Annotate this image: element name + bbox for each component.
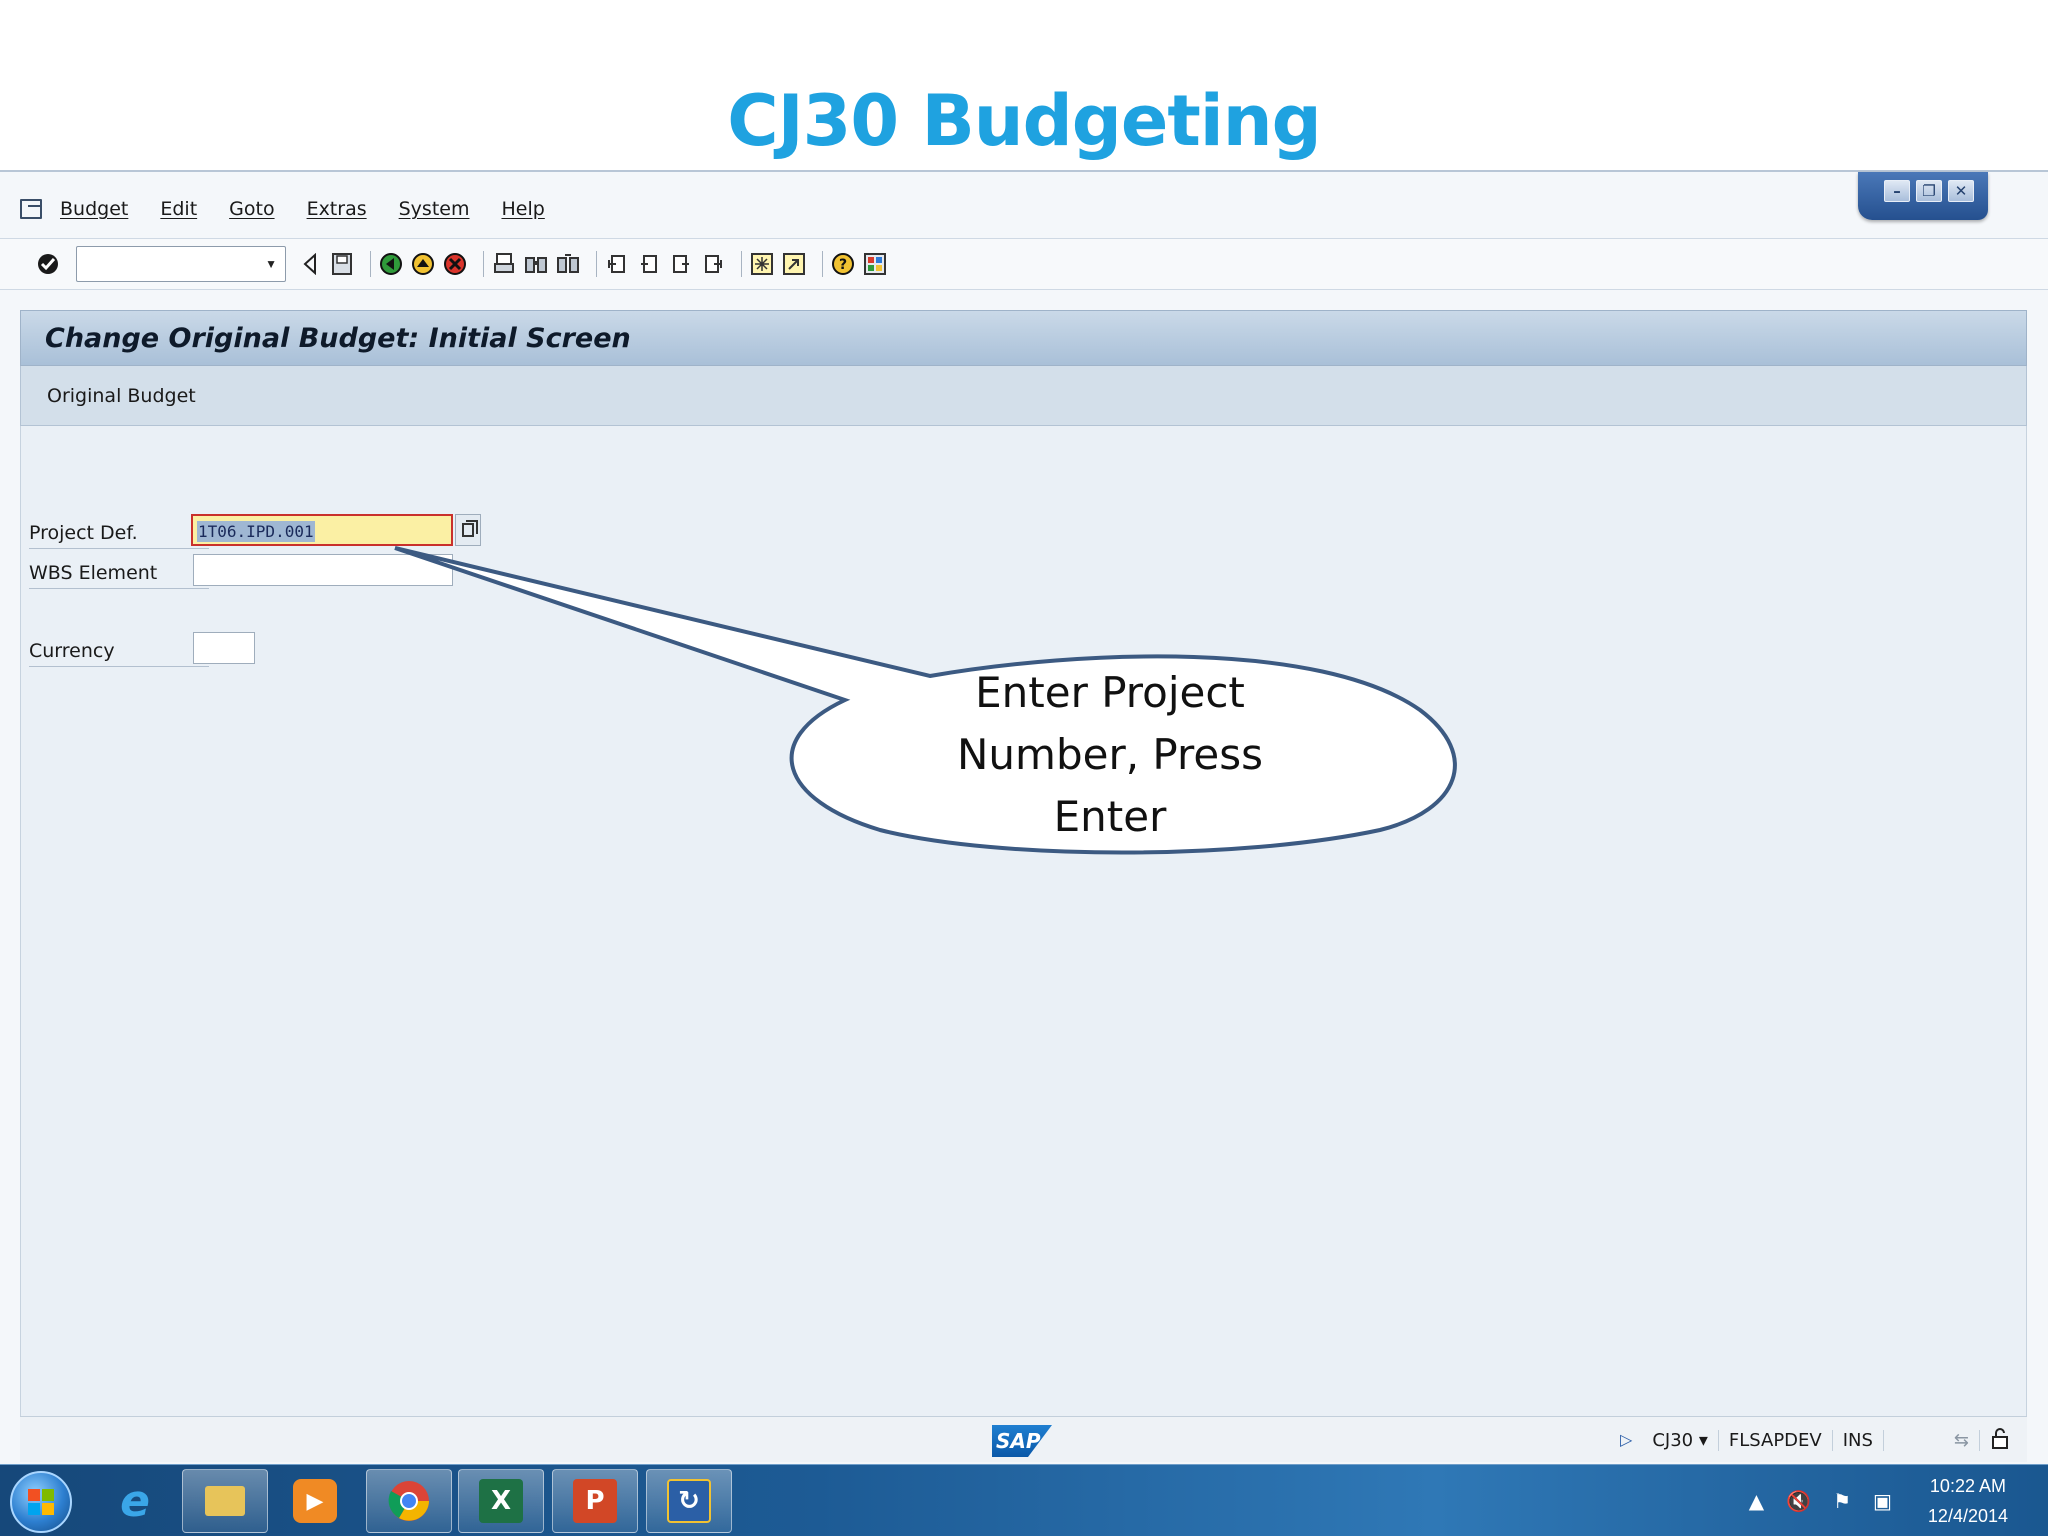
- save-icon[interactable]: [330, 251, 354, 277]
- menu-budget[interactable]: Budget: [60, 198, 128, 220]
- excel-button[interactable]: X: [458, 1469, 544, 1533]
- last-page-icon[interactable]: [701, 251, 725, 277]
- system-tray: ▲ 🔇 ⚑ ▣ 10:22 AM 12/4/2014: [1727, 1471, 2008, 1531]
- minimize-button[interactable]: –: [1884, 180, 1910, 202]
- project-def-input[interactable]: 1T06.IPD.001: [191, 514, 453, 546]
- menu-extras[interactable]: Extras: [307, 198, 367, 220]
- value-help-icon: [462, 520, 478, 537]
- value-help-button[interactable]: [455, 514, 481, 546]
- command-field[interactable]: ▼: [76, 246, 286, 282]
- clock-date: 12/4/2014: [1927, 1506, 2008, 1526]
- restore-button[interactable]: ❐: [1916, 180, 1942, 202]
- svg-text:?: ?: [839, 257, 847, 273]
- print-icon[interactable]: [492, 251, 516, 277]
- folder-icon: [205, 1486, 245, 1516]
- transaction-code[interactable]: CJ30 ▾: [1642, 1429, 1719, 1451]
- callout-line-3: Enter: [1053, 792, 1167, 841]
- screen-content: Project Def. 1T06.IPD.001 WBS Element Cu…: [20, 426, 2027, 1416]
- clock[interactable]: 10:22 AM 12/4/2014: [1928, 1471, 2008, 1531]
- find-icon[interactable]: [524, 251, 548, 277]
- back-icon[interactable]: [298, 251, 322, 277]
- toolbar-separator: [822, 251, 823, 277]
- powerpoint-icon: P: [573, 1479, 617, 1523]
- start-button[interactable]: [10, 1471, 72, 1533]
- screen-title: Change Original Budget: Initial Screen: [45, 322, 631, 354]
- find-next-icon[interactable]: [556, 251, 580, 277]
- window-controls: – ❐ ✕: [1858, 172, 1988, 220]
- enter-icon[interactable]: [36, 251, 60, 277]
- speaker-muted-icon[interactable]: 🔇: [1786, 1489, 1811, 1513]
- chrome-icon: [387, 1479, 431, 1523]
- callout-line-2: Number, Press: [957, 730, 1263, 779]
- windows-logo-icon: [28, 1489, 54, 1515]
- wbs-element-label: WBS Element: [29, 562, 209, 589]
- wbs-element-input[interactable]: [193, 554, 453, 586]
- slide-title: CJ30 Budgeting: [727, 80, 1321, 162]
- project-def-label: Project Def.: [29, 522, 209, 549]
- cancel-icon[interactable]: [443, 251, 467, 277]
- media-player-icon: ▶: [293, 1479, 337, 1523]
- next-page-icon[interactable]: [669, 251, 693, 277]
- system-info: ▷ CJ30 ▾ FLSAPDEV INS ⇆: [1620, 1427, 2020, 1453]
- standard-toolbar: ▼ ?: [0, 238, 2048, 290]
- menu-goto[interactable]: Goto: [229, 198, 274, 220]
- network-icon[interactable]: ▣: [1873, 1489, 1892, 1513]
- exit-icon[interactable]: [411, 251, 435, 277]
- close-button[interactable]: ✕: [1948, 180, 1974, 202]
- sap-logon-button[interactable]: ↻: [646, 1469, 732, 1533]
- show-hidden-icons[interactable]: ▲: [1749, 1489, 1764, 1513]
- transaction-code-text: CJ30: [1652, 1429, 1694, 1451]
- menu-help[interactable]: Help: [501, 198, 544, 220]
- internet-explorer-icon: e: [120, 1475, 150, 1527]
- menu-bar: Budget Edit Goto Extras System Help: [0, 186, 1860, 232]
- toolbar-separator: [370, 251, 371, 277]
- insert-mode: INS: [1833, 1429, 1884, 1451]
- previous-page-icon[interactable]: [637, 251, 661, 277]
- customize-layout-icon[interactable]: [863, 251, 887, 277]
- currency-label: Currency: [29, 640, 209, 667]
- powerpoint-button[interactable]: P: [552, 1469, 638, 1533]
- menu-system[interactable]: System: [399, 198, 470, 220]
- sap-logon-icon: ↻: [667, 1479, 711, 1523]
- action-center-icon[interactable]: ⚑: [1833, 1489, 1851, 1513]
- callout-text: Enter Project Number, Press Enter: [880, 662, 1340, 848]
- chrome-button[interactable]: [366, 1469, 452, 1533]
- lock-icon[interactable]: [1980, 1427, 2020, 1454]
- file-explorer-button[interactable]: [182, 1469, 268, 1533]
- chevron-down-icon[interactable]: ▼: [265, 257, 277, 271]
- screen-title-bar: Change Original Budget: Initial Screen: [20, 310, 2027, 366]
- create-session-icon[interactable]: [750, 251, 774, 277]
- project-def-value: 1T06.IPD.001: [197, 521, 315, 542]
- currency-input[interactable]: [193, 632, 255, 664]
- system-menu-icon[interactable]: [20, 199, 42, 219]
- shortcut-icon[interactable]: [782, 251, 806, 277]
- connection-icon: ⇆: [1944, 1429, 1981, 1451]
- first-page-icon[interactable]: [605, 251, 629, 277]
- toolbar-separator: [741, 251, 742, 277]
- excel-icon: X: [479, 1479, 523, 1523]
- original-budget-button[interactable]: Original Budget: [47, 385, 196, 407]
- toolbar-separator: [483, 251, 484, 277]
- system-name: FLSAPDEV: [1719, 1429, 1833, 1451]
- status-bar: SAP ▷ CJ30 ▾ FLSAPDEV INS ⇆: [20, 1416, 2027, 1462]
- application-toolbar: Original Budget: [20, 366, 2027, 426]
- media-player-button[interactable]: ▶: [272, 1469, 358, 1533]
- help-icon[interactable]: ?: [831, 251, 855, 277]
- menu-edit[interactable]: Edit: [160, 198, 197, 220]
- expand-status-icon[interactable]: ▷: [1620, 1430, 1632, 1450]
- back-green-icon[interactable]: [379, 251, 403, 277]
- clock-time: 10:22 AM: [1929, 1476, 2006, 1496]
- internet-explorer-button[interactable]: e: [92, 1469, 178, 1533]
- sap-logo: SAP: [992, 1425, 1052, 1457]
- windows-taskbar: e ▶ X P ↻ ▲ 🔇 ⚑ ▣ 10:22 AM 12/4/2014: [0, 1464, 2048, 1536]
- callout-line-1: Enter Project: [975, 668, 1245, 717]
- toolbar-separator: [596, 251, 597, 277]
